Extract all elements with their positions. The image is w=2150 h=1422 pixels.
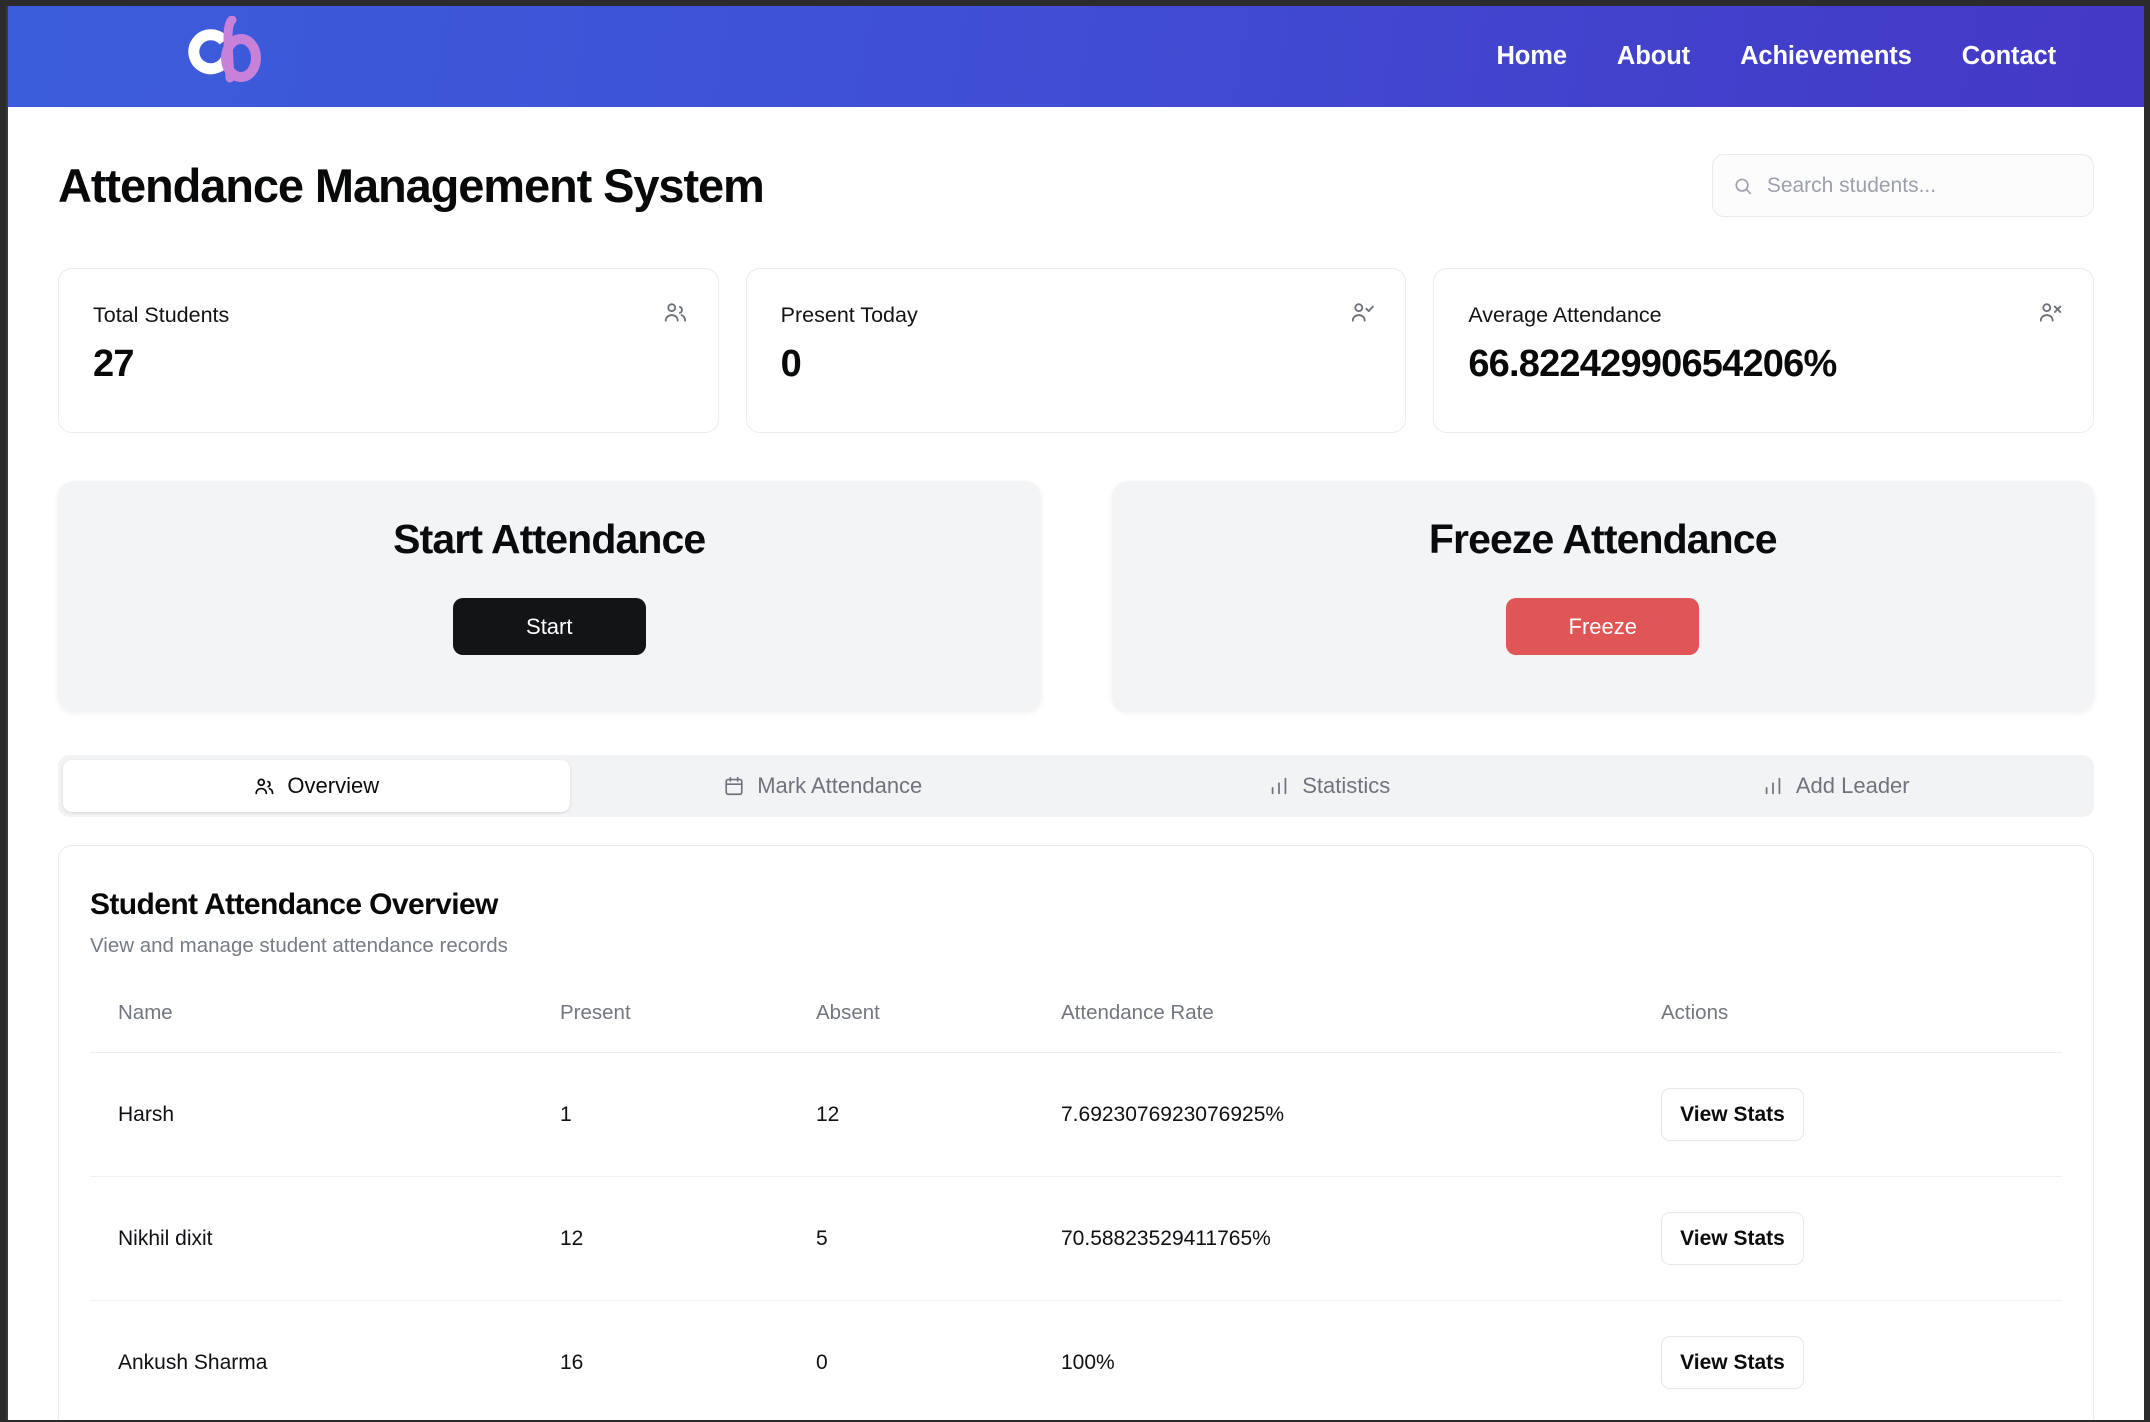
cell-rate: 70.58823529411765% <box>1061 1176 1661 1301</box>
tab-overview[interactable]: Overview <box>63 760 570 812</box>
column-header-present: Present <box>560 1001 816 1053</box>
table-header-row: Name Present Absent Attendance Rate Acti… <box>90 1001 2062 1053</box>
search-box[interactable] <box>1712 154 2094 217</box>
stat-value: 66.82242990654206% <box>1468 343 1837 385</box>
stat-value: 0 <box>780 343 802 385</box>
nav-link-home[interactable]: Home <box>1496 42 1567 71</box>
column-header-actions: Actions <box>1661 1001 2062 1053</box>
stat-value: 27 <box>93 343 134 385</box>
brand-logo-icon[interactable] <box>183 15 267 86</box>
column-header-absent: Absent <box>816 1001 1061 1053</box>
attendance-table-card: Student Attendance Overview View and man… <box>58 845 2094 1420</box>
panel-title: Start Attendance <box>393 516 706 562</box>
page-header-row: Attendance Management System <box>58 107 2094 217</box>
tab-label: Statistics <box>1302 773 1391 798</box>
search-input[interactable] <box>1766 173 2073 198</box>
cell-present: 1 <box>560 1052 816 1177</box>
cell-rate: 7.6923076923076925% <box>1061 1052 1661 1177</box>
nav-link-about[interactable]: About <box>1617 42 1690 71</box>
view-stats-button[interactable]: View Stats <box>1661 1336 1804 1389</box>
view-stats-button[interactable]: View Stats <box>1661 1088 1804 1141</box>
stat-card-present-today: Present Today 0 <box>745 268 1407 433</box>
tab-label: Mark Attendance <box>757 773 923 798</box>
user-x-icon <box>2039 303 2062 322</box>
bar-chart-icon <box>1271 777 1287 795</box>
cell-absent: 0 <box>816 1300 1061 1420</box>
calendar-icon <box>725 776 743 796</box>
table-row[interactable]: Ankush Sharma 16 0 100% View Stats <box>90 1300 2062 1420</box>
stat-card-total-students: Total Students 27 <box>58 268 719 433</box>
table-row[interactable]: Harsh 1 12 7.6923076923076925% View Stat… <box>90 1052 2062 1177</box>
tab-mark-attendance[interactable]: Mark Attendance <box>570 760 1077 812</box>
cell-rate: 100% <box>1061 1300 1661 1420</box>
tab-add-leader[interactable]: Add Leader <box>1583 760 2090 812</box>
stat-label: Total Students <box>93 303 230 327</box>
users-icon <box>255 778 274 795</box>
start-button[interactable]: Start <box>452 598 646 655</box>
cell-present: 16 <box>560 1300 816 1420</box>
column-header-name: Name <box>90 1001 560 1053</box>
page-body: Attendance Management System Total Stude… <box>8 107 2144 1420</box>
users-icon <box>664 303 686 322</box>
view-stats-button[interactable]: View Stats <box>1661 1212 1804 1265</box>
cell-name: Nikhil dixit <box>90 1176 560 1301</box>
search-icon <box>1735 178 1752 194</box>
attendance-table: Name Present Absent Attendance Rate Acti… <box>90 1001 2062 1420</box>
top-navbar: Home About Achievements Contact <box>8 6 2144 107</box>
table-row[interactable]: Nikhil dixit 12 5 70.58823529411765% Vie… <box>90 1176 2062 1301</box>
tab-statistics[interactable]: Statistics <box>1076 760 1583 812</box>
cell-absent: 12 <box>816 1052 1061 1177</box>
table-subtitle: View and manage student attendance recor… <box>90 934 508 957</box>
action-panels-row: Start Attendance Start Freeze Attendance… <box>58 481 2094 711</box>
cell-name: Harsh <box>90 1052 560 1177</box>
stat-cards-row: Total Students 27 Present Today 0 Averag… <box>58 268 2095 433</box>
bar-chart-icon <box>1765 777 1781 795</box>
cell-name: Ankush Sharma <box>90 1300 560 1420</box>
freeze-attendance-panel: Freeze Attendance Freeze <box>1111 481 2094 711</box>
nav-link-achievements[interactable]: Achievements <box>1740 42 1912 71</box>
panel-title: Freeze Attendance <box>1428 516 1778 562</box>
page-title: Attendance Management System <box>58 159 765 212</box>
cell-present: 12 <box>560 1176 816 1301</box>
stat-label: Average Attendance <box>1468 303 1662 327</box>
cell-absent: 5 <box>816 1176 1061 1301</box>
nav-link-contact[interactable]: Contact <box>1962 42 2056 71</box>
table-title: Student Attendance Overview <box>90 888 498 921</box>
tab-bar: Overview Mark Attendance Statistics Add … <box>58 755 2094 817</box>
stat-card-average-attendance: Average Attendance 66.82242990654206% <box>1433 268 2095 433</box>
user-check-icon <box>1352 303 1375 322</box>
tab-label: Overview <box>287 773 380 798</box>
tab-label: Add Leader <box>1795 773 1910 798</box>
app-window: Home About Achievements Contact Attendan… <box>6 6 2144 1420</box>
start-attendance-panel: Start Attendance Start <box>58 481 1041 711</box>
stat-label: Present Today <box>780 303 918 327</box>
nav-links: Home About Achievements Contact <box>1496 42 2056 71</box>
column-header-rate: Attendance Rate <box>1061 1001 1661 1053</box>
freeze-button[interactable]: Freeze <box>1506 598 1700 655</box>
